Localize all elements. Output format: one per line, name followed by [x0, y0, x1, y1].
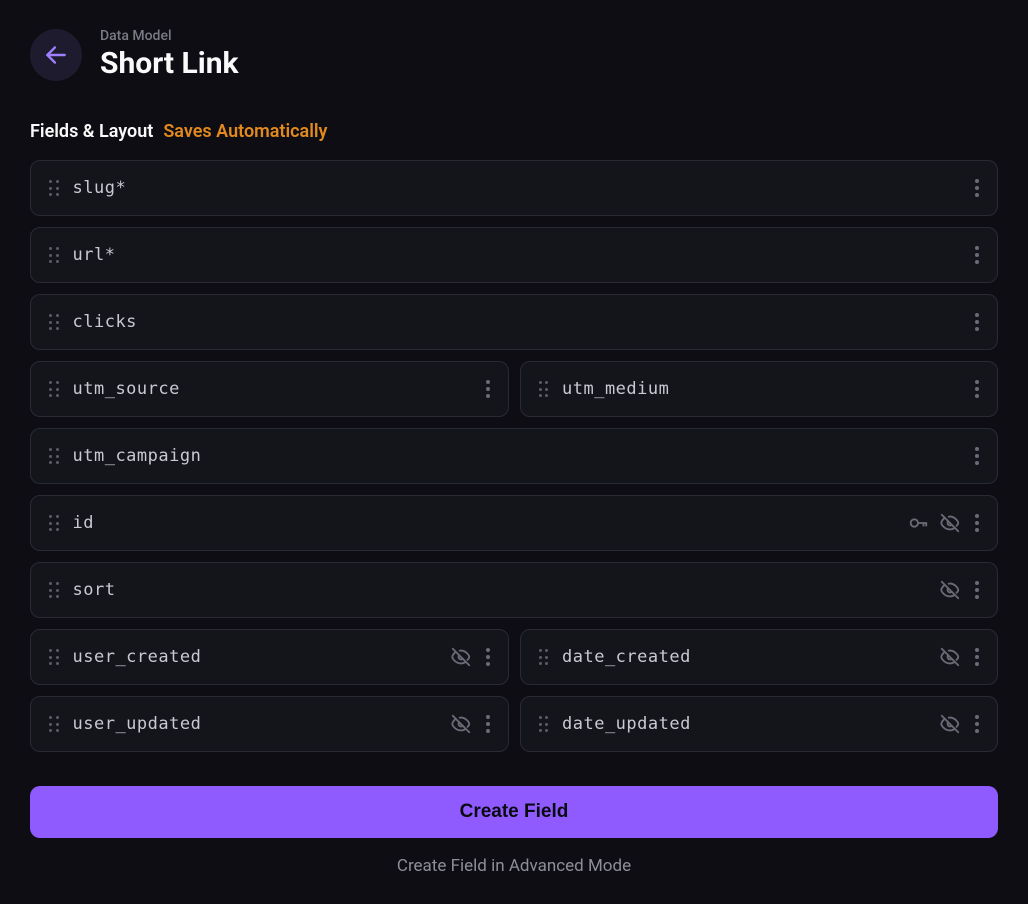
section-title-text: Fields & Layout — [30, 121, 153, 142]
drag-handle-icon[interactable] — [539, 649, 549, 665]
field-item-date-updated[interactable]: date_updated — [520, 696, 999, 752]
hidden-icon — [939, 579, 961, 601]
field-label: utm_source — [73, 379, 468, 399]
drag-handle-icon[interactable] — [49, 515, 59, 531]
field-label: date_updated — [562, 714, 925, 734]
drag-handle-icon[interactable] — [539, 381, 549, 397]
header-eyebrow: Data Model — [100, 28, 239, 44]
field-label: slug* — [73, 178, 958, 198]
field-item-slug[interactable]: slug* — [30, 160, 998, 216]
create-field-advanced-link[interactable]: Create Field in Advanced Mode — [30, 856, 998, 876]
field-label: url* — [73, 245, 958, 265]
drag-handle-icon[interactable] — [49, 247, 59, 263]
arrow-left-icon — [43, 42, 69, 68]
field-label: utm_campaign — [73, 446, 958, 466]
autosave-hint: Saves Automatically — [163, 121, 327, 142]
field-item-clicks[interactable]: clicks — [30, 294, 998, 350]
field-more-button[interactable] — [971, 577, 983, 603]
drag-handle-icon[interactable] — [49, 716, 59, 732]
field-item-user-updated[interactable]: user_updated — [30, 696, 509, 752]
section-header: Fields & Layout Saves Automatically — [30, 121, 998, 142]
drag-handle-icon[interactable] — [49, 314, 59, 330]
hidden-icon — [450, 646, 472, 668]
field-more-button[interactable] — [971, 175, 983, 201]
field-item-sort[interactable]: sort — [30, 562, 998, 618]
hidden-icon — [939, 646, 961, 668]
drag-handle-icon[interactable] — [49, 649, 59, 665]
fields-list: slug* url* clicks utm_source — [30, 160, 998, 752]
drag-handle-icon[interactable] — [49, 448, 59, 464]
drag-handle-icon[interactable] — [49, 180, 59, 196]
create-field-button[interactable]: Create Field — [30, 786, 998, 838]
field-item-utm-campaign[interactable]: utm_campaign — [30, 428, 998, 484]
hidden-icon — [939, 512, 961, 534]
field-more-button[interactable] — [971, 309, 983, 335]
drag-handle-icon[interactable] — [49, 381, 59, 397]
field-more-button[interactable] — [971, 443, 983, 469]
field-item-date-created[interactable]: date_created — [520, 629, 999, 685]
drag-handle-icon[interactable] — [49, 582, 59, 598]
field-label: sort — [73, 580, 926, 600]
page-title: Short Link — [100, 46, 239, 81]
field-label: clicks — [73, 312, 958, 332]
field-label: date_created — [562, 647, 925, 667]
field-more-button[interactable] — [971, 376, 983, 402]
field-more-button[interactable] — [971, 644, 983, 670]
field-item-url[interactable]: url* — [30, 227, 998, 283]
field-more-button[interactable] — [971, 711, 983, 737]
hidden-icon — [450, 713, 472, 735]
field-item-user-created[interactable]: user_created — [30, 629, 509, 685]
field-more-button[interactable] — [482, 644, 494, 670]
primary-key-icon — [907, 512, 929, 534]
back-button[interactable] — [30, 29, 82, 81]
field-label: user_created — [73, 647, 436, 667]
field-more-button[interactable] — [482, 711, 494, 737]
field-label: id — [73, 513, 894, 533]
field-item-utm-medium[interactable]: utm_medium — [520, 361, 999, 417]
drag-handle-icon[interactable] — [539, 716, 549, 732]
field-item-id[interactable]: id — [30, 495, 998, 551]
field-more-button[interactable] — [971, 510, 983, 536]
hidden-icon — [939, 713, 961, 735]
field-label: user_updated — [73, 714, 436, 734]
page-header: Data Model Short Link — [30, 28, 998, 81]
field-item-utm-source[interactable]: utm_source — [30, 361, 509, 417]
field-label: utm_medium — [562, 379, 957, 399]
field-more-button[interactable] — [971, 242, 983, 268]
field-more-button[interactable] — [482, 376, 494, 402]
